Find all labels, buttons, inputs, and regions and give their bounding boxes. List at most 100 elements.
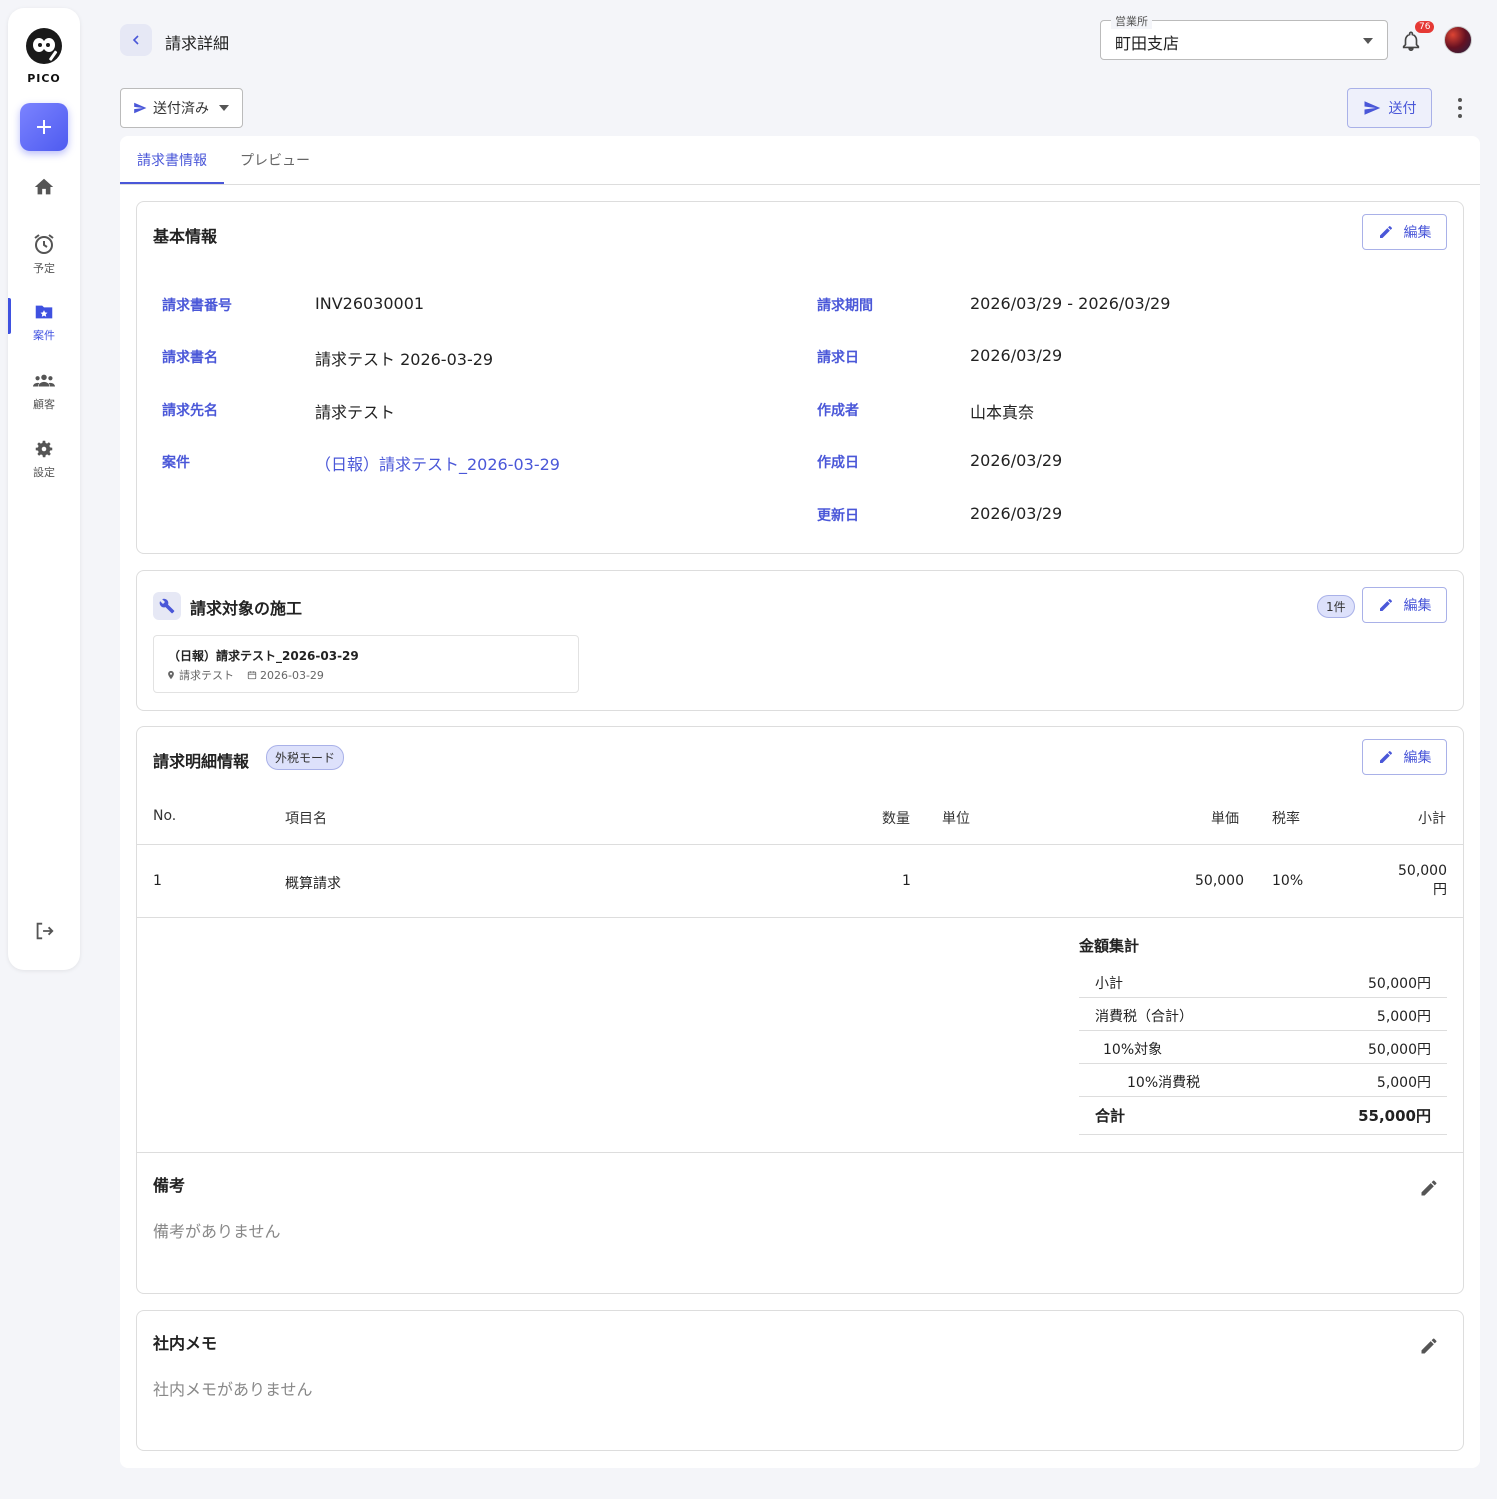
- plus-icon: [37, 120, 51, 134]
- notes-empty-text: 備考がありません: [153, 1222, 281, 1241]
- avatar[interactable]: [1444, 26, 1472, 54]
- info-label: 請求期間: [817, 298, 873, 314]
- logout-icon: [36, 922, 54, 940]
- details-edit-button[interactable]: 編集: [1362, 739, 1447, 775]
- billing-period: 2026/03/29 - 2026/03/29: [970, 294, 1171, 313]
- info-label: 作成日: [817, 455, 859, 471]
- updated-date: 2026/03/29: [970, 504, 1063, 523]
- alarm-clock-icon: [34, 234, 54, 254]
- construction-item-location: 請求テスト: [179, 669, 234, 682]
- summary-row: 10%対象 50,000円: [1079, 1031, 1447, 1064]
- tax-mode-chip: 外税モード: [266, 745, 345, 770]
- creator: 山本真奈: [970, 403, 1035, 422]
- summary-value: 50,000円: [1368, 1042, 1431, 1058]
- send-icon: [1364, 101, 1380, 115]
- cell-subtotal-unit: 円: [1433, 882, 1447, 898]
- summary-label: 消費税（合計）: [1095, 1009, 1193, 1025]
- notes-edit-pencil-icon[interactable]: [1419, 1178, 1439, 1198]
- logo-text: PICO: [27, 72, 61, 85]
- memo-title: 社内メモ: [153, 1334, 218, 1353]
- construction-count-chip: 1件: [1317, 595, 1355, 618]
- edit-label: 編集: [1403, 225, 1432, 241]
- wrench-icon-box: [153, 592, 181, 620]
- calendar-icon: [247, 671, 257, 680]
- details-card: 請求明細情報 外税モード 編集 No. 項目名 数量 単位 単価 税率 小計 1…: [136, 726, 1464, 1294]
- pencil-icon: [1379, 225, 1392, 238]
- cell-tax: 10%: [1272, 873, 1304, 889]
- summary-value: 50,000円: [1368, 976, 1431, 992]
- column-header-tax: 税率: [1272, 811, 1300, 827]
- memo-edit-pencil-icon[interactable]: [1419, 1336, 1439, 1356]
- folder-star-icon: [35, 305, 53, 319]
- created-date: 2026/03/29: [970, 451, 1063, 470]
- basic-info-title: 基本情報: [153, 227, 218, 246]
- tab-invoice-info[interactable]: 請求書情報: [137, 150, 207, 170]
- status-label: 送付済み: [153, 101, 209, 117]
- penguin-logo-icon: [26, 28, 62, 64]
- logout-button[interactable]: [8, 920, 80, 942]
- office-select[interactable]: 営業所 町田支店: [1100, 13, 1388, 60]
- create-button[interactable]: [20, 103, 68, 151]
- column-header-name: 項目名: [285, 811, 327, 827]
- logo[interactable]: PICO: [8, 26, 80, 85]
- summary-row: 10%消費税 5,000円: [1079, 1064, 1447, 1097]
- send-button[interactable]: 送付: [1347, 88, 1432, 128]
- summary-value: 5,000円: [1376, 1075, 1431, 1091]
- cell-qty: 1: [902, 873, 911, 889]
- office-select-value: 町田支店: [1115, 34, 1180, 53]
- tab-preview[interactable]: プレビュー: [240, 150, 310, 170]
- caret-down-icon: [219, 105, 229, 111]
- construction-item[interactable]: （日報）請求テスト_2026-03-29 請求テスト 2026-03-29: [153, 635, 579, 693]
- info-label: 請求先名: [162, 403, 218, 419]
- cell-no: 1: [153, 873, 162, 889]
- project-link[interactable]: （日報）請求テスト_2026-03-29: [315, 451, 560, 475]
- divider: [137, 844, 1463, 845]
- invoice-name: 請求テスト 2026-03-29: [315, 350, 494, 369]
- tabs: 請求書情報 プレビュー: [120, 136, 1480, 185]
- invoice-number: INV26030001: [315, 294, 425, 313]
- cell-subtotal-amount: 50,000: [1398, 863, 1447, 879]
- construction-item-title: （日報）請求テスト_2026-03-29: [168, 649, 359, 663]
- cell-subtotal: 50,000 円: [1398, 863, 1447, 899]
- divider: [137, 1152, 1463, 1153]
- divider: [137, 917, 1463, 918]
- summary-total-row: 合計 55,000円: [1079, 1097, 1447, 1135]
- back-button[interactable]: [120, 24, 152, 56]
- gear-icon: [35, 440, 53, 458]
- notes-title: 備考: [153, 1176, 186, 1195]
- send-icon: [134, 102, 147, 114]
- main-panel: 請求書情報 プレビュー 基本情報 編集 請求書番号 INV26030001 請求…: [120, 136, 1480, 1468]
- summary-row: 小計 50,000円: [1079, 965, 1447, 998]
- sidebar-item-schedule[interactable]: 予定: [8, 232, 80, 276]
- caret-down-icon: [1363, 38, 1373, 44]
- info-label: 更新日: [817, 508, 859, 524]
- sidebar: PICO 予定 案件 顧客 設定: [8, 8, 80, 970]
- summary-label: 小計: [1095, 976, 1123, 992]
- sidebar-item-settings[interactable]: 設定: [8, 438, 80, 480]
- info-label: 請求書番号: [162, 298, 232, 314]
- sidebar-item-projects[interactable]: 案件: [8, 301, 80, 343]
- office-select-label: 営業所: [1111, 13, 1152, 29]
- billing-customer: 請求テスト: [315, 403, 396, 422]
- info-label: 案件: [162, 455, 190, 471]
- send-button-label: 送付: [1388, 101, 1417, 117]
- column-header-unit: 単位: [942, 811, 970, 827]
- summary-total-value: 55,000円: [1358, 1107, 1431, 1125]
- status-dropdown-button[interactable]: 送付済み: [120, 88, 243, 128]
- people-icon: [33, 374, 55, 387]
- summary-row: 消費税（合計） 5,000円: [1079, 998, 1447, 1031]
- sidebar-item-home[interactable]: [8, 176, 80, 198]
- info-label: 請求書名: [162, 350, 218, 366]
- sidebar-item-customers[interactable]: 顧客: [8, 370, 80, 412]
- notification-bell-icon[interactable]: [1400, 30, 1422, 52]
- basic-info-edit-button[interactable]: 編集: [1362, 214, 1447, 250]
- column-header-subtotal: 小計: [1418, 811, 1446, 827]
- notification-badge: 76: [1415, 21, 1435, 33]
- column-header-no: No.: [153, 808, 177, 824]
- more-vert-icon[interactable]: [1450, 96, 1470, 120]
- pencil-icon: [1379, 598, 1392, 611]
- cell-name: 概算請求: [285, 876, 341, 892]
- info-label: 請求日: [817, 350, 859, 366]
- construction-edit-button[interactable]: 編集: [1362, 587, 1447, 623]
- pencil-icon: [1379, 750, 1392, 763]
